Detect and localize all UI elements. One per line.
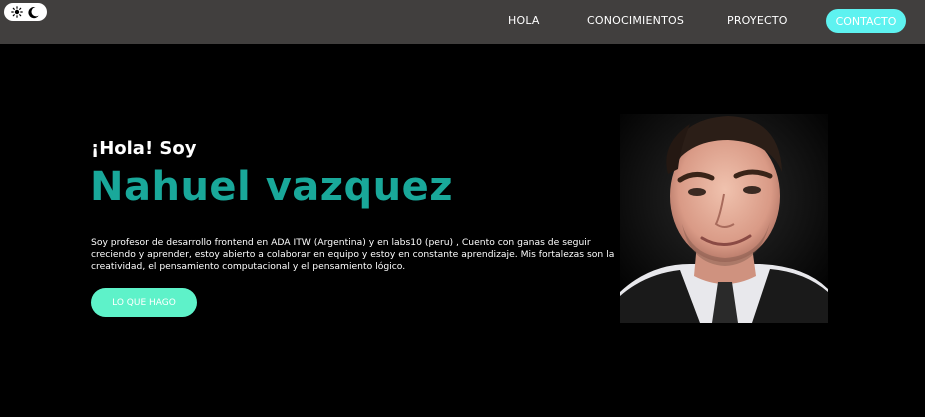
hero-greeting: ¡Hola! Soy [91,138,197,159]
theme-toggle[interactable] [4,3,47,21]
nav-link-hola[interactable]: HOLA [508,14,540,27]
lo-que-hago-button[interactable]: LO QUE HAGO [91,288,197,317]
top-navbar: HOLA CONOCIMIENTOS PROYECTO CONTACTO [0,0,925,44]
hero-name: Nahuel vazquez [90,164,454,210]
moon-icon [27,5,41,19]
contact-button[interactable]: CONTACTO [826,9,906,33]
nav-link-conocimientos[interactable]: CONOCIMIENTOS [587,14,684,27]
nav-link-proyecto[interactable]: PROYECTO [727,14,788,27]
profile-photo [620,114,828,323]
sun-icon [10,5,24,19]
hero-description: Soy profesor de desarrollo frontend en A… [91,237,615,272]
